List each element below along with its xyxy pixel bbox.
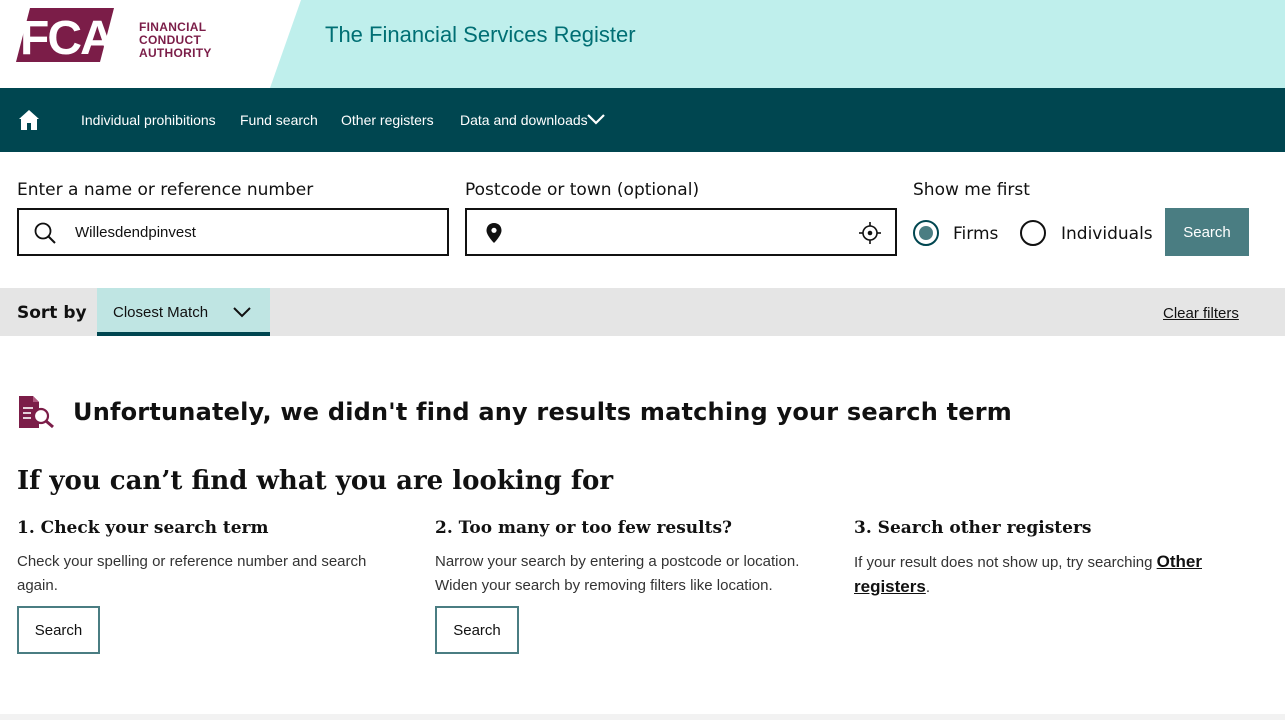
search-button[interactable]: Search [1165,208,1249,256]
locate-me-icon[interactable] [859,222,881,244]
help-column-3-heading: 3. Search other registers [854,518,1092,538]
refine-search-button[interactable]: Search [435,606,519,654]
logo-letters: FCA [20,12,114,64]
radio-firms[interactable] [913,220,939,246]
check-term-search-button[interactable]: Search [17,606,100,654]
nav-item-individual-prohibitions[interactable]: Individual prohibitions [81,112,216,128]
home-icon [19,110,39,130]
name-search-box [17,208,449,256]
radio-individuals-label[interactable]: Individuals [1061,224,1153,244]
clear-filters-link[interactable]: Clear filters [1163,305,1239,322]
main-nav: Individual prohibitions Fund search Othe… [0,88,1285,152]
help-column-3: 3. Search other registers If your result… [854,518,1254,600]
help-column-3-text: If your result does not show up, try sea… [854,550,1254,600]
help-column-3-text-before: If your result does not show up, try sea… [854,554,1157,571]
name-search-input[interactable] [75,210,435,254]
help-title: If you can’t find what you are looking f… [17,466,614,496]
document-search-icon [19,396,54,429]
nav-item-other-registers[interactable]: Other registers [341,112,434,128]
fca-logo[interactable]: FCA FINANCIAL CONDUCT AUTHORITY [16,6,216,64]
radio-firms-label[interactable]: Firms [953,224,998,244]
chevron-down-icon[interactable] [586,112,606,126]
location-search-box [465,208,897,256]
help-column-2: 2. Too many or too few results? Narrow y… [435,518,835,598]
fca-logo-mark: FCA [16,8,116,64]
location-pin-icon [486,223,502,243]
chevron-down-icon [233,307,251,318]
sort-selected-value: Closest Match [113,304,209,321]
footer-edge [0,714,1285,720]
name-field-label: Enter a name or reference number [17,180,314,200]
sort-select[interactable]: Closest Match [97,288,270,336]
search-icon [34,222,56,244]
no-results-message: Unfortunately, we didn't find any result… [73,398,1012,426]
help-column-2-text: Narrow your search by entering a postcod… [435,553,800,594]
sort-by-label: Sort by [17,303,87,323]
help-column-1-text: Check your spelling or reference number … [17,553,367,594]
site-title[interactable]: The Financial Services Register [325,22,636,48]
nav-item-data-and-downloads[interactable]: Data and downloads [460,112,588,128]
location-field-label: Postcode or town (optional) [465,180,700,200]
help-column-3-text-after: . [925,579,930,596]
logo-line-3: AUTHORITY [139,46,212,60]
show-me-first-label: Show me first [913,180,1030,200]
radio-individuals[interactable] [1020,220,1046,246]
site-header: FCA FINANCIAL CONDUCT AUTHORITY The Fina… [0,0,1285,88]
location-search-input[interactable] [515,210,845,254]
help-column-2-heading: 2. Too many or too few results? [435,518,733,538]
logo-wordmark: FINANCIAL CONDUCT AUTHORITY [139,21,212,60]
sort-bar: Sort by Closest Match Clear filters [0,288,1285,336]
nav-home-link[interactable] [17,108,41,132]
help-column-1: 1. Check your search term Check your spe… [17,518,417,598]
help-column-1-heading: 1. Check your search term [17,518,269,538]
nav-item-fund-search[interactable]: Fund search [240,112,318,128]
